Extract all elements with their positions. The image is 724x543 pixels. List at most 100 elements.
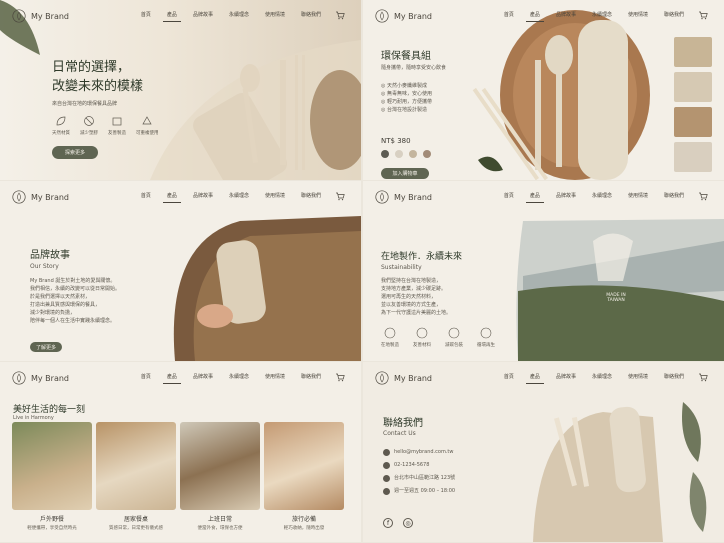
nav-home[interactable]: 首頁 <box>133 192 159 199</box>
nav-home[interactable]: 首頁 <box>133 11 159 18</box>
scene-card-travel[interactable]: 旅行必備 輕巧收納，隨時出發 <box>264 422 344 531</box>
thumbnail-2[interactable] <box>674 72 712 102</box>
brand-name: My Brand <box>31 11 70 21</box>
cart-icon[interactable] <box>698 191 708 201</box>
thumbnail-4[interactable] <box>674 142 712 172</box>
nav-usage[interactable]: 使用情境 <box>620 11 656 18</box>
swatch-sand[interactable] <box>409 150 417 158</box>
contact-phone[interactable]: 02-1234-5678 <box>383 461 455 469</box>
brand-logo[interactable]: My Brand <box>375 190 432 204</box>
nav-home[interactable]: 首頁 <box>496 11 522 18</box>
brand-logo[interactable]: My Brand <box>12 190 69 204</box>
brand-name: My Brand <box>31 192 70 202</box>
scene-card-home[interactable]: 居家餐桌 質感日常，日常更有儀式感 <box>96 422 176 531</box>
brand-logo[interactable]: My Brand <box>12 371 69 385</box>
story-line: 陪伴每一個人在生活中實踐永續理念。 <box>30 318 116 324</box>
cart-icon[interactable] <box>335 191 345 201</box>
nav-usage[interactable]: 使用情境 <box>620 192 656 199</box>
story-title: 品牌故事 <box>30 250 70 261</box>
feature-reusable: 可重複使用 <box>136 115 159 136</box>
brand-name: My Brand <box>31 373 70 383</box>
nav-home[interactable]: 首頁 <box>496 373 522 380</box>
package-icon <box>448 327 460 339</box>
nav-story[interactable]: 品牌故事 <box>548 11 584 18</box>
scene-desc: 質感日常，日常更有儀式感 <box>109 526 163 531</box>
thumbnail-1[interactable] <box>674 37 712 67</box>
learn-more-button[interactable]: 了解更多 <box>30 342 62 352</box>
no-plastic-icon <box>84 116 94 126</box>
cart-icon[interactable] <box>335 372 345 382</box>
nav-sustainability[interactable]: 永續理念 <box>221 192 257 199</box>
contact-title-en: Contact Us <box>383 430 416 437</box>
nav-story[interactable]: 品牌故事 <box>185 373 221 380</box>
nav-products[interactable]: 產品 <box>522 373 548 384</box>
sustain-line: 我們堅持在台灣在地製造， <box>381 278 442 284</box>
nav-products[interactable]: 產品 <box>522 192 548 203</box>
leaf-logo-icon <box>12 371 26 385</box>
contact-email[interactable]: hello@mybrand.com.tw <box>383 448 455 456</box>
hero-title-line2: 改變未來的模樣 <box>52 79 144 94</box>
nav-products[interactable]: 產品 <box>159 192 185 203</box>
leaf-logo-icon <box>12 190 26 204</box>
nav-sustainability[interactable]: 永續理念 <box>584 373 620 380</box>
recycle-icon <box>142 116 152 125</box>
cart-icon[interactable] <box>698 10 708 20</box>
life-title-en: Live in Harmony <box>13 415 54 421</box>
nav-products[interactable]: 產品 <box>159 373 185 384</box>
box-icon <box>112 117 122 126</box>
swatch-light[interactable] <box>395 150 403 158</box>
brand-logo[interactable]: My Brand <box>12 9 69 23</box>
nav-products[interactable]: 產品 <box>522 11 548 22</box>
swatch-brown[interactable] <box>423 150 431 158</box>
nav-sustainability[interactable]: 永續理念 <box>221 373 257 380</box>
nav-usage[interactable]: 使用情境 <box>257 373 293 380</box>
nav-story[interactable]: 品牌故事 <box>548 192 584 199</box>
nav-story[interactable]: 品牌故事 <box>548 373 584 380</box>
nav-sustainability[interactable]: 永續理念 <box>584 192 620 199</box>
instagram-icon[interactable]: ◎ <box>403 518 413 528</box>
chopsticks-icon <box>295 55 298 170</box>
nav-contact[interactable]: 聯絡我們 <box>293 11 329 18</box>
feature-natural: 天然材質 <box>52 115 70 136</box>
hero-title-line1: 日常的選擇， <box>52 60 131 75</box>
swatch-dark[interactable] <box>381 150 389 158</box>
nav-usage[interactable]: 使用情境 <box>257 192 293 199</box>
scene-card-picnic[interactable]: 戶外野餐 輕便攜帶，享受自然時光 <box>12 422 92 531</box>
sustain-line: 支持地方產業，減少碳足跡。 <box>381 286 447 292</box>
product-points: ◎ 天然小麥纖維製成 ◎ 無毒無味，安心使用 ◎ 輕巧耐用，方便攜帶 ◎ 台灣在… <box>381 82 432 114</box>
brand-logo[interactable]: My Brand <box>375 9 432 23</box>
product-point: ◎ 無毒無味，安心使用 <box>381 91 432 97</box>
nav-story[interactable]: 品牌故事 <box>185 192 221 199</box>
nav-story[interactable]: 品牌故事 <box>185 11 221 18</box>
scene-card-office[interactable]: 上班日常 便當外食，環保也方便 <box>180 422 260 531</box>
brand-logo[interactable]: My Brand <box>375 371 432 385</box>
nav-contact[interactable]: 聯絡我們 <box>293 373 329 380</box>
nav-products[interactable]: 產品 <box>159 11 185 22</box>
story-line: My Brand 誕生於對土地的愛與關懷。 <box>30 278 116 284</box>
nav-usage[interactable]: 使用情境 <box>257 11 293 18</box>
social-links: f ◎ <box>383 518 413 528</box>
nav-home[interactable]: 首頁 <box>133 373 159 380</box>
thumbnail-3[interactable] <box>674 107 712 137</box>
nav-contact[interactable]: 聯絡我們 <box>656 11 692 18</box>
feature-friendly: 友善製造 <box>108 115 126 136</box>
nav-sustainability[interactable]: 永續理念 <box>584 11 620 18</box>
explore-button[interactable]: 探索更多 <box>52 146 98 159</box>
product-title: 環保餐具組 <box>381 51 431 62</box>
cart-icon[interactable] <box>335 10 345 20</box>
main-nav: 首頁 產品 品牌故事 永續理念 使用情境 聯絡我們 <box>496 11 692 22</box>
contact-address: 台北市中山區範江路 123號 <box>383 474 455 482</box>
nav-sustainability[interactable]: 永續理念 <box>221 11 257 18</box>
cart-icon[interactable] <box>698 372 708 382</box>
nav-contact[interactable]: 聯絡我們 <box>293 192 329 199</box>
contact-hours: 週一至週五 09:00 – 18:00 <box>383 487 455 495</box>
nav-contact[interactable]: 聯絡我們 <box>656 192 692 199</box>
product-point: ◎ 台灣在地設計製造 <box>381 107 427 113</box>
nav-home[interactable]: 首頁 <box>496 192 522 199</box>
facebook-icon[interactable]: f <box>383 518 393 528</box>
nav-usage[interactable]: 使用情境 <box>620 373 656 380</box>
story-line: 減少對環境的負擔， <box>30 310 76 316</box>
add-to-cart-button[interactable]: 加入購物車 <box>381 168 429 179</box>
nav-contact[interactable]: 聯絡我們 <box>656 373 692 380</box>
made-in-taiwan-stamp: MADE IN TAIWAN <box>606 293 626 303</box>
